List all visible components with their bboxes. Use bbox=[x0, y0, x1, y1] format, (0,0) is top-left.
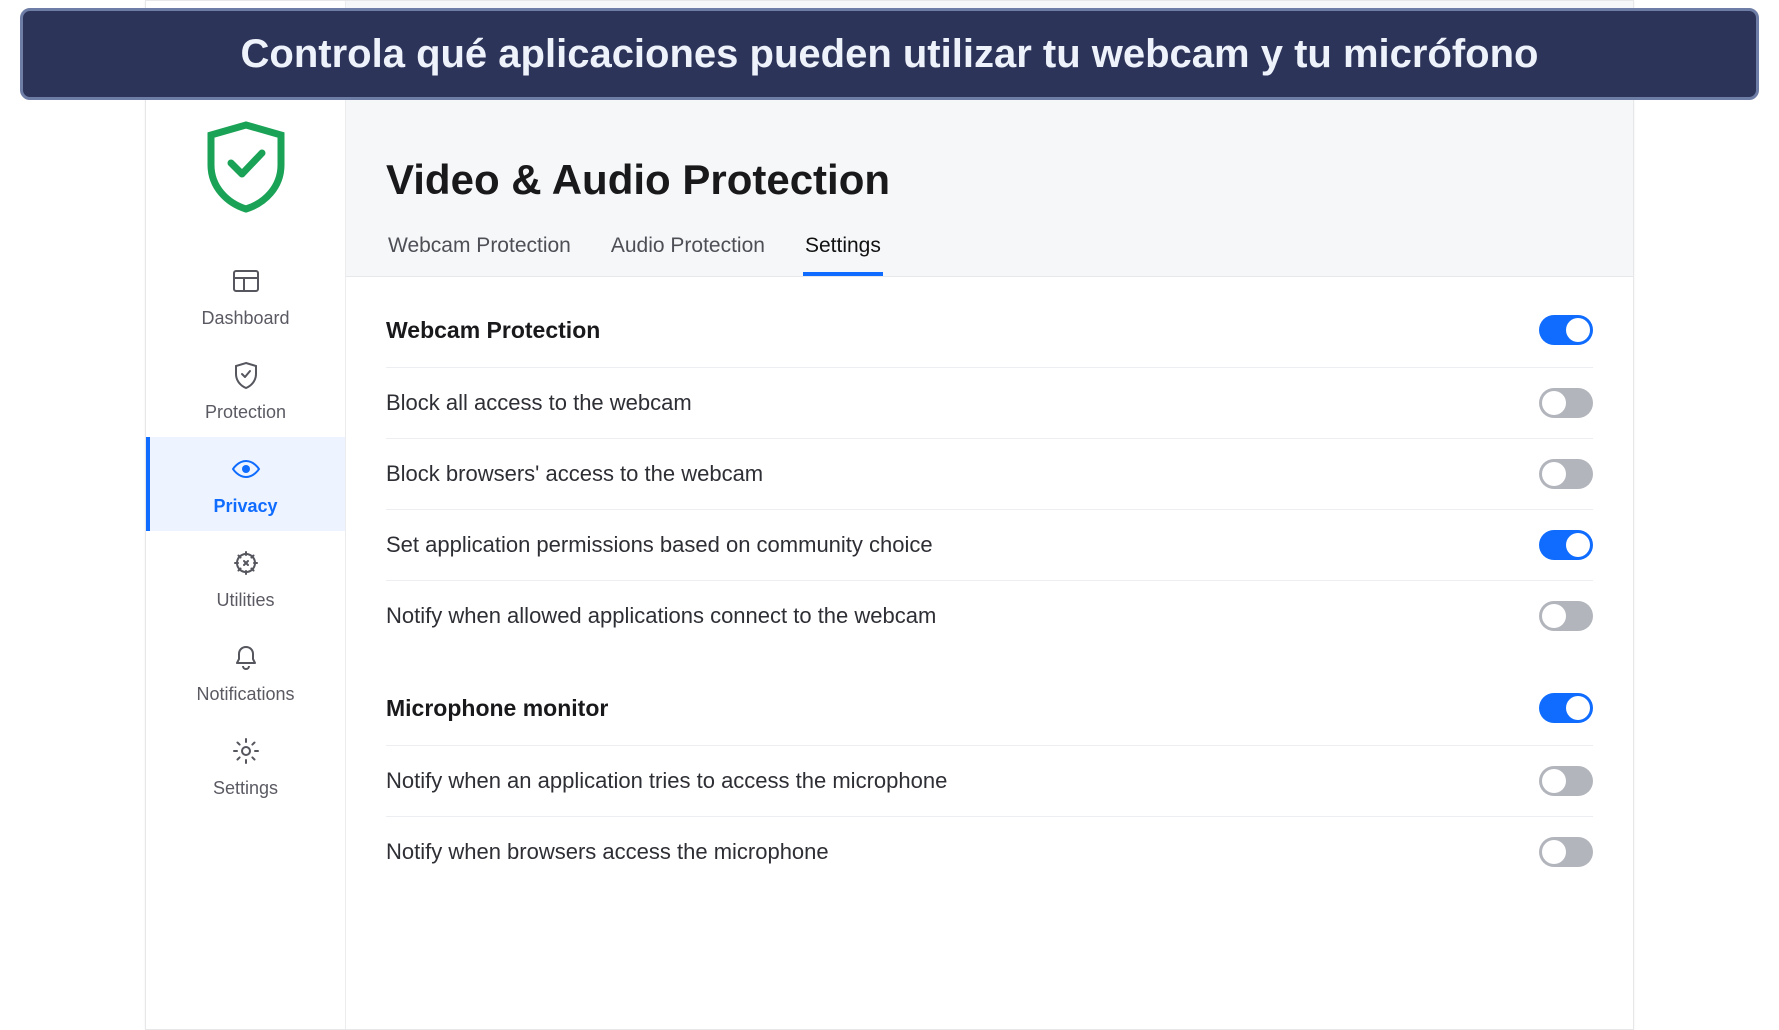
sidebar-item-label: Settings bbox=[213, 778, 278, 799]
sidebar-item-label: Utilities bbox=[216, 590, 274, 611]
toggle-block-all-webcam[interactable] bbox=[1539, 388, 1593, 418]
section-header-microphone: Microphone monitor bbox=[386, 685, 1593, 745]
toggle-notify-webcam[interactable] bbox=[1539, 601, 1593, 631]
sidebar-item-label: Privacy bbox=[213, 496, 277, 517]
sidebar-item-notifications[interactable]: Notifications bbox=[146, 625, 345, 719]
section-header-webcam: Webcam Protection bbox=[386, 307, 1593, 367]
sidebar-item-label: Dashboard bbox=[201, 308, 289, 329]
setting-label: Notify when allowed applications connect… bbox=[386, 603, 936, 629]
sidebar-item-dashboard[interactable]: Dashboard bbox=[146, 249, 345, 343]
sidebar-item-label: Notifications bbox=[196, 684, 294, 705]
setting-row: Block browsers' access to the webcam bbox=[386, 438, 1593, 509]
setting-row: Notify when an application tries to acce… bbox=[386, 745, 1593, 816]
dashboard-icon bbox=[230, 265, 262, 302]
toggle-microphone-monitor-master[interactable] bbox=[1539, 693, 1593, 723]
setting-label: Set application permissions based on com… bbox=[386, 532, 933, 558]
tab-webcam-protection[interactable]: Webcam Protection bbox=[386, 228, 573, 276]
toggle-webcam-protection-master[interactable] bbox=[1539, 315, 1593, 345]
eye-icon bbox=[230, 453, 262, 490]
app-window: Dashboard Protection Privacy Utilities N bbox=[145, 0, 1634, 1030]
toggle-notify-browser-mic[interactable] bbox=[1539, 837, 1593, 867]
tab-audio-protection[interactable]: Audio Protection bbox=[609, 228, 767, 276]
sidebar-item-privacy[interactable]: Privacy bbox=[146, 437, 345, 531]
sidebar: Dashboard Protection Privacy Utilities N bbox=[146, 1, 346, 1029]
caption-banner: Controla qué aplicaciones pueden utiliza… bbox=[20, 8, 1759, 100]
main-panel: Video & Audio Protection Webcam Protecti… bbox=[346, 1, 1633, 1029]
tabs: Webcam Protection Audio Protection Setti… bbox=[386, 228, 1593, 276]
sidebar-item-protection[interactable]: Protection bbox=[146, 343, 345, 437]
setting-row: Notify when allowed applications connect… bbox=[386, 580, 1593, 651]
toggle-block-browsers-webcam[interactable] bbox=[1539, 459, 1593, 489]
bell-icon bbox=[230, 641, 262, 678]
setting-label: Block all access to the webcam bbox=[386, 390, 692, 416]
status-shield-icon bbox=[146, 121, 345, 213]
settings-content: Webcam Protection Block all access to th… bbox=[346, 277, 1633, 1029]
toggle-notify-app-mic[interactable] bbox=[1539, 766, 1593, 796]
section-title: Webcam Protection bbox=[386, 317, 600, 344]
setting-label: Block browsers' access to the webcam bbox=[386, 461, 763, 487]
setting-row: Block all access to the webcam bbox=[386, 367, 1593, 438]
setting-row: Notify when browsers access the micropho… bbox=[386, 816, 1593, 887]
page-title: Video & Audio Protection bbox=[386, 156, 1593, 204]
gear-icon bbox=[230, 735, 262, 772]
setting-label: Notify when browsers access the micropho… bbox=[386, 839, 829, 865]
section-title: Microphone monitor bbox=[386, 695, 608, 722]
sidebar-item-label: Protection bbox=[205, 402, 286, 423]
toggle-community-permissions[interactable] bbox=[1539, 530, 1593, 560]
setting-row: Set application permissions based on com… bbox=[386, 509, 1593, 580]
sidebar-item-settings[interactable]: Settings bbox=[146, 719, 345, 813]
tab-settings[interactable]: Settings bbox=[803, 228, 883, 276]
shield-icon bbox=[230, 359, 262, 396]
setting-label: Notify when an application tries to acce… bbox=[386, 768, 947, 794]
sidebar-item-utilities[interactable]: Utilities bbox=[146, 531, 345, 625]
caption-text: Controla qué aplicaciones pueden utiliza… bbox=[53, 29, 1726, 79]
tools-icon bbox=[230, 547, 262, 584]
